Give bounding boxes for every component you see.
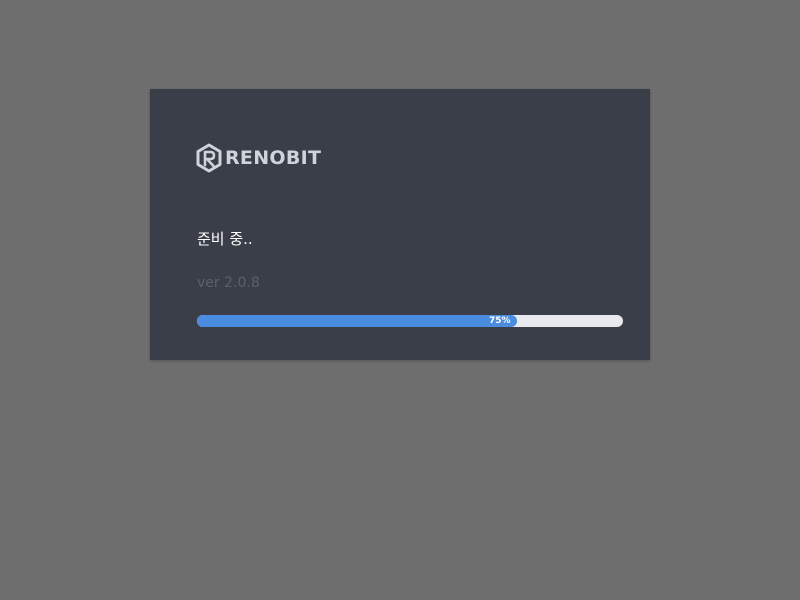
version-label: ver 2.0.8: [197, 275, 260, 291]
brand-logo: RENOBIT: [196, 143, 321, 173]
brand-name: RENOBIT: [225, 147, 322, 169]
splash-panel: RENOBIT 준비 중.. ver 2.0.8 75%: [150, 89, 650, 360]
loading-status-text: 준비 중..: [197, 230, 253, 248]
progress-percent-label: 75%: [488, 316, 511, 326]
renobit-logo-icon: [196, 143, 222, 173]
progress-bar-fill: 75%: [197, 315, 517, 327]
progress-bar: 75%: [197, 315, 623, 327]
